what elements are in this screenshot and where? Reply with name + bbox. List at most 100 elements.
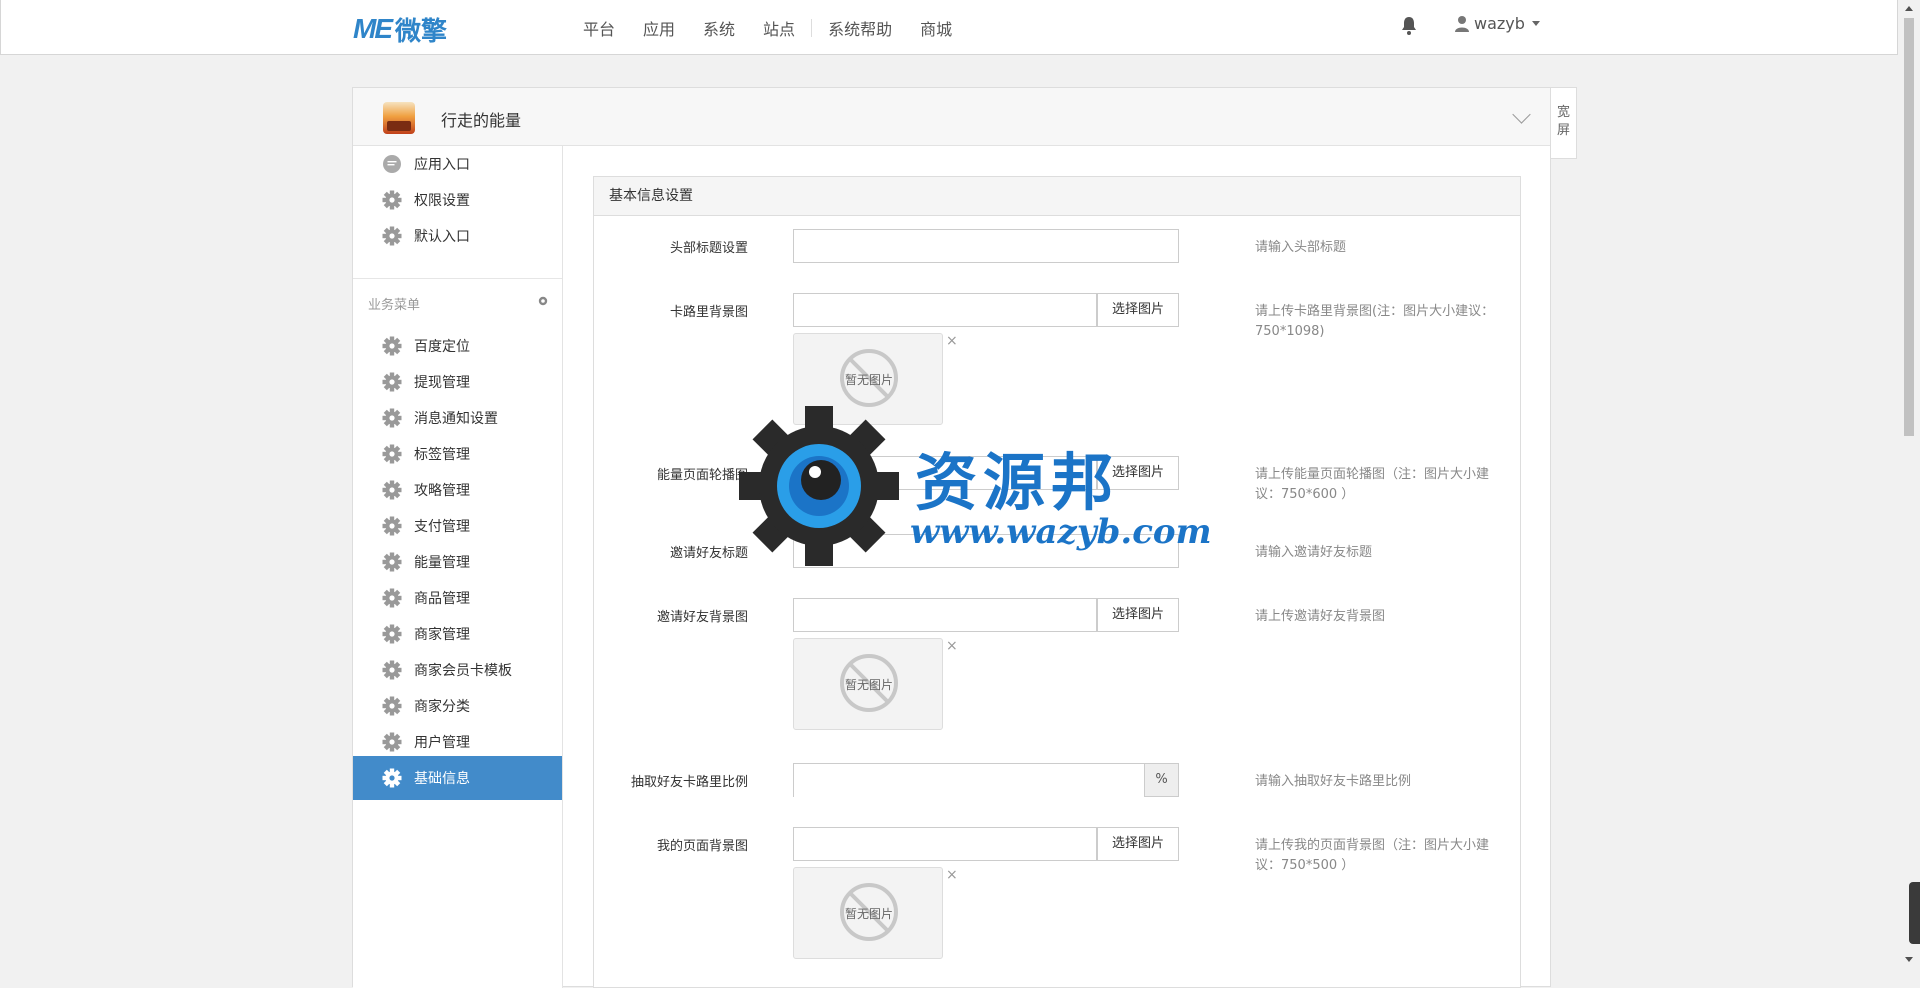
remove-image-icon[interactable]: × <box>946 638 958 654</box>
logo-me-text: ME <box>353 13 393 44</box>
image-preview: 暂无图片 <box>793 638 943 730</box>
no-image-text: 暂无图片 <box>844 907 893 921</box>
gear-icon <box>382 226 402 246</box>
sidebar-divider <box>353 278 562 279</box>
section-settings-gear-icon[interactable] <box>537 295 549 307</box>
sidebar-item-label: 默认入口 <box>414 229 470 245</box>
field-help: 请输入邀请好友标题 <box>1255 545 1373 560</box>
no-image-text: 暂无图片 <box>844 678 893 692</box>
field-help: 请输入抽取好友卡路里比例 <box>1255 774 1412 789</box>
nav-divider <box>811 19 813 37</box>
sidebar: 应用入口权限设置默认入口业务菜单百度定位提现管理消息通知设置 标签管理攻略管理支付… <box>353 146 563 988</box>
sidebar-item-label: 商家管理 <box>414 627 470 643</box>
card-title: 基本信息设置 <box>594 177 1520 216</box>
gear-icon <box>382 372 402 392</box>
nav-store[interactable]: 商城 <box>920 16 952 40</box>
main-nav: 平台 应用 系统 站点 系统帮助 商城 <box>583 0 980 56</box>
user-icon <box>1455 15 1469 32</box>
gear-icon <box>382 552 402 572</box>
sidebar-top-item[interactable]: 默认入口 <box>353 214 562 258</box>
chat-icon <box>382 154 402 174</box>
app-name: 行走的能量 <box>441 111 522 130</box>
nav-system[interactable]: 系统 <box>703 16 735 40</box>
gear-icon <box>382 336 402 356</box>
sidebar-item-label: 攻略管理 <box>414 483 470 499</box>
gear-icon <box>382 768 402 788</box>
select-image-button[interactable]: 选择图片 <box>1097 293 1179 327</box>
gear-icon <box>382 696 402 716</box>
sidebar-item-label: 消息通知设置 <box>414 411 498 427</box>
nav-site[interactable]: 站点 <box>763 16 795 40</box>
field-help: 请上传邀请好友背景图 <box>1255 609 1386 624</box>
remove-image-icon[interactable]: × <box>946 333 958 349</box>
gear-icon <box>382 480 402 500</box>
logo-cn-text: 微擎 <box>395 16 448 47</box>
sidebar-item-label: 应用入口 <box>414 157 470 173</box>
bell-icon[interactable] <box>1401 16 1417 36</box>
field-label: 能量页面轮播图 <box>656 468 748 483</box>
select-image-button[interactable]: 选择图片 <box>1097 827 1179 861</box>
top-navbar: ME 微擎 平台 应用 系统 站点 系统帮助 商城 wazyb <box>0 0 1898 55</box>
watermark-gear-logo <box>739 406 899 566</box>
sidebar-section-title: 业务菜单 <box>368 298 421 313</box>
percent-addon: % <box>1144 763 1179 797</box>
sidebar-item-label: 商家会员卡模板 <box>414 663 512 679</box>
sidebar-item-label: 提现管理 <box>414 375 470 391</box>
sidebar-item-label: 权限设置 <box>414 193 470 209</box>
nav-apps[interactable]: 应用 <box>643 16 675 40</box>
sidebar-item-label: 百度定位 <box>414 339 470 355</box>
gear-icon <box>382 408 402 428</box>
chevron-down-icon[interactable] <box>1512 105 1531 124</box>
basic-info-card: 基本信息设置 头部标题设置 请输入头部标题 卡路里背景图 选择图片 请上传卡路里… <box>593 176 1521 988</box>
wide-screen-toggle[interactable]: 宽屏 <box>1551 87 1577 159</box>
field-help: 请输入头部标题 <box>1255 240 1347 255</box>
field-help: 请上传我的页面背景图（注：图片大小建议：750*500 ） <box>1255 838 1490 873</box>
field-help: 请上传卡路里背景图(注：图片大小建议：750*1098) <box>1255 304 1495 339</box>
calorie-bg-path-input[interactable] <box>793 293 1097 327</box>
field-label: 邀请好友标题 <box>669 546 748 561</box>
scrollbar-thumb[interactable] <box>1904 18 1914 436</box>
no-image-text: 暂无图片 <box>844 373 893 387</box>
sidebar-item-label: 能量管理 <box>414 555 470 571</box>
steal-ratio-group: % <box>793 763 1179 798</box>
sidebar-item-label: 标签管理 <box>414 447 470 463</box>
image-preview: 暂无图片 <box>793 867 943 959</box>
gear-icon <box>382 588 402 608</box>
gear-icon <box>382 624 402 644</box>
field-label: 卡路里背景图 <box>669 305 748 320</box>
my-page-bg-path-input[interactable] <box>793 827 1097 861</box>
field-label: 头部标题设置 <box>669 241 748 256</box>
nav-platform[interactable]: 平台 <box>583 16 615 40</box>
header-title-input[interactable] <box>793 229 1179 263</box>
caret-down-icon <box>1531 21 1540 26</box>
gear-icon <box>382 444 402 464</box>
user-menu[interactable]: wazyb <box>1454 14 1540 33</box>
username: wazyb <box>1474 14 1525 33</box>
gear-icon <box>382 190 402 210</box>
sidebar-item-label: 商家分类 <box>414 699 470 715</box>
watermark-cn-text: 资源邦 <box>915 446 1120 519</box>
scroll-up-arrow-icon[interactable] <box>1905 6 1913 11</box>
sidebar-item-label: 商品管理 <box>414 591 470 607</box>
field-label: 邀请好友背景图 <box>656 610 748 625</box>
gear-icon <box>382 732 402 752</box>
sidebar-menu-item[interactable]: 基础信息 <box>353 756 562 800</box>
remove-image-icon[interactable]: × <box>946 867 958 883</box>
field-help: 请上传能量页面轮播图（注：图片大小建议：750*600 ） <box>1255 467 1490 502</box>
gear-icon <box>382 660 402 680</box>
floating-side-widget[interactable] <box>1909 882 1920 944</box>
field-label: 抽取好友卡路里比例 <box>630 775 748 790</box>
watermark-url: www.wazyb.com <box>910 512 1212 552</box>
invite-bg-path-input[interactable] <box>793 598 1097 632</box>
gear-icon <box>382 516 402 536</box>
sidebar-item-label: 支付管理 <box>414 519 470 535</box>
page-scrollbar[interactable] <box>1898 0 1920 969</box>
field-label: 我的页面背景图 <box>656 839 748 854</box>
weiqing-logo[interactable]: ME 微擎 <box>353 12 448 47</box>
app-avatar <box>383 102 415 134</box>
select-image-button[interactable]: 选择图片 <box>1097 598 1179 632</box>
panel-header[interactable]: 行走的能量 <box>353 88 1550 146</box>
steal-ratio-input[interactable] <box>794 764 1147 798</box>
nav-system-help[interactable]: 系统帮助 <box>828 16 892 40</box>
scroll-down-arrow-icon[interactable] <box>1905 957 1913 962</box>
